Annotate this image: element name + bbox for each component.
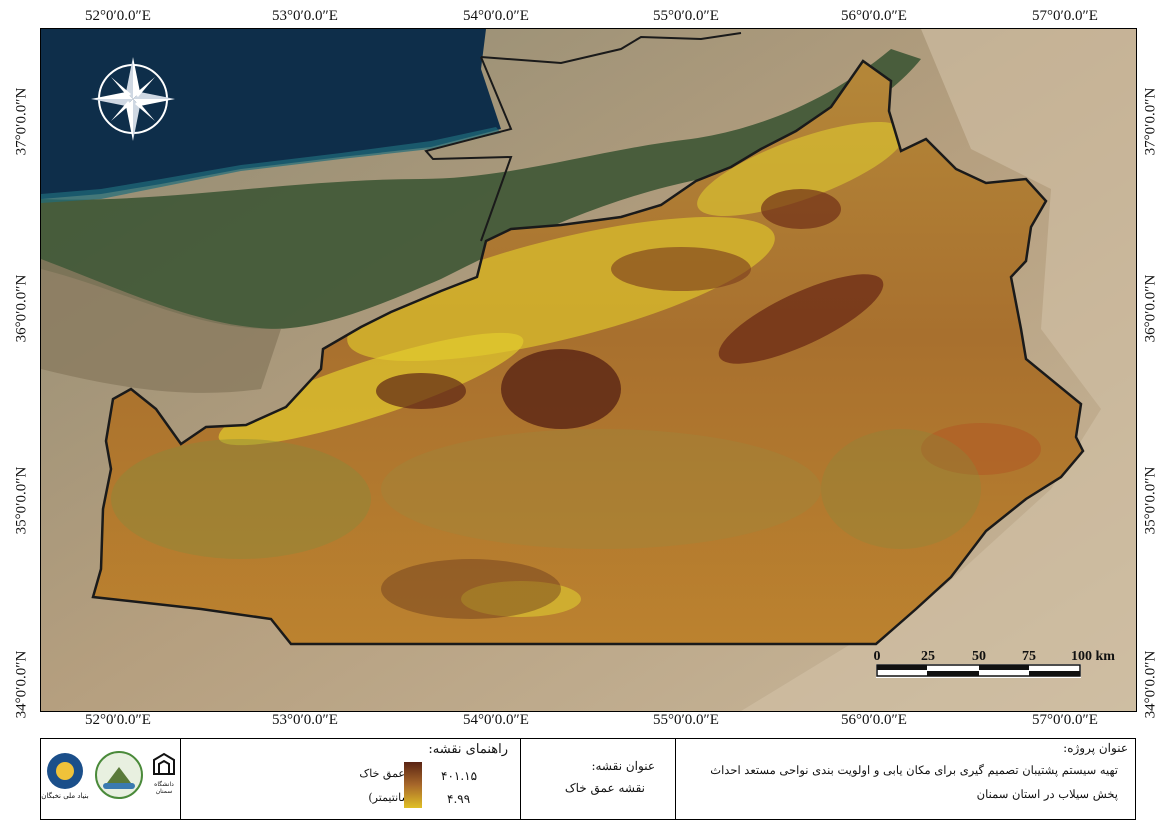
semnan-caption: دانشگاه سمنان [154,781,174,795]
lat-label: 37°0′0.0″N [13,87,30,156]
lon-label: 57°0′0.0″E [1032,8,1098,24]
map-footer: بنیاد ملی نخبگان دانشگاه سمنان راهنمای ن… [40,738,1136,820]
lat-label: 34°0′0.0″N [13,650,30,719]
lon-label: 57°0′0.0″E [1032,712,1098,728]
legend-label: راهنمای نقشه: [428,742,508,757]
lat-label: 36°0′0.0″N [1142,274,1159,343]
lat-label: 34°0′0.0″N [1142,650,1159,719]
lat-label: 35°0′0.0″N [1142,466,1159,535]
legend-min: ۴.۹۹ [447,792,471,806]
lat-label: 35°0′0.0″N [13,466,30,535]
scale-tick: 0 [874,649,881,664]
legend-max: ۴۰۱.۱۵ [441,769,478,783]
legend-layer: عمق خاک [359,767,405,780]
scale-tick: 100 km [1071,649,1115,664]
project-title-line1: تهیه سیستم پشتیبان تصمیم گیری برای مکان … [710,763,1118,777]
elites-foundation-logo [47,753,83,789]
logos-cell: بنیاد ملی نخبگان دانشگاه سمنان [41,739,181,819]
scale-tick: 25 [921,649,935,664]
lon-label: 52°0′0.0″E [85,712,151,728]
lon-label: 54°0′0.0″E [463,8,529,24]
lon-label: 53°0′0.0″E [272,712,338,728]
lon-label: 56°0′0.0″E [841,8,907,24]
map-title-cell: عنوان نقشه: نقشه عمق خاک [521,739,676,819]
project-title-label: عنوان پروژه: [1063,741,1128,755]
project-title-cell: عنوان پروژه: تهیه سیستم پشتیبان تصمیم گی… [676,739,1136,819]
lat-label: 37°0′0.0″N [1142,87,1159,156]
project-title-line2: پخش سیلاب در استان سمنان [976,787,1118,801]
lon-label: 54°0′0.0″E [463,712,529,728]
legend-color-ramp [404,762,422,808]
lat-label: 36°0′0.0″N [13,274,30,343]
map-title-label: عنوان نقشه: [591,759,655,773]
lon-label: 53°0′0.0″E [272,8,338,24]
map-canvas[interactable]: 0 25 50 75 100 km [40,28,1137,712]
lon-label: 52°0′0.0″E [85,8,151,24]
semnan-university-logo [151,751,177,777]
lon-label: 56°0′0.0″E [841,712,907,728]
map-title: نقشه عمق خاک [564,781,645,795]
scale-tick: 50 [972,649,986,664]
lon-label: 55°0′0.0″E [653,8,719,24]
scale-tick: 75 [1022,649,1036,664]
map-svg: 0 25 50 75 100 km [41,29,1136,711]
elites-caption: بنیاد ملی نخبگان [41,792,89,800]
watershed-logo [95,751,143,799]
lon-label: 55°0′0.0″E [653,712,719,728]
legend-cell: راهنمای نقشه: عمق خاک (سانتیمتر) ۴۰۱.۱۵ … [181,739,521,819]
map-layout: 52°0′0.0″E 53°0′0.0″E 54°0′0.0″E 55°0′0.… [0,0,1169,827]
